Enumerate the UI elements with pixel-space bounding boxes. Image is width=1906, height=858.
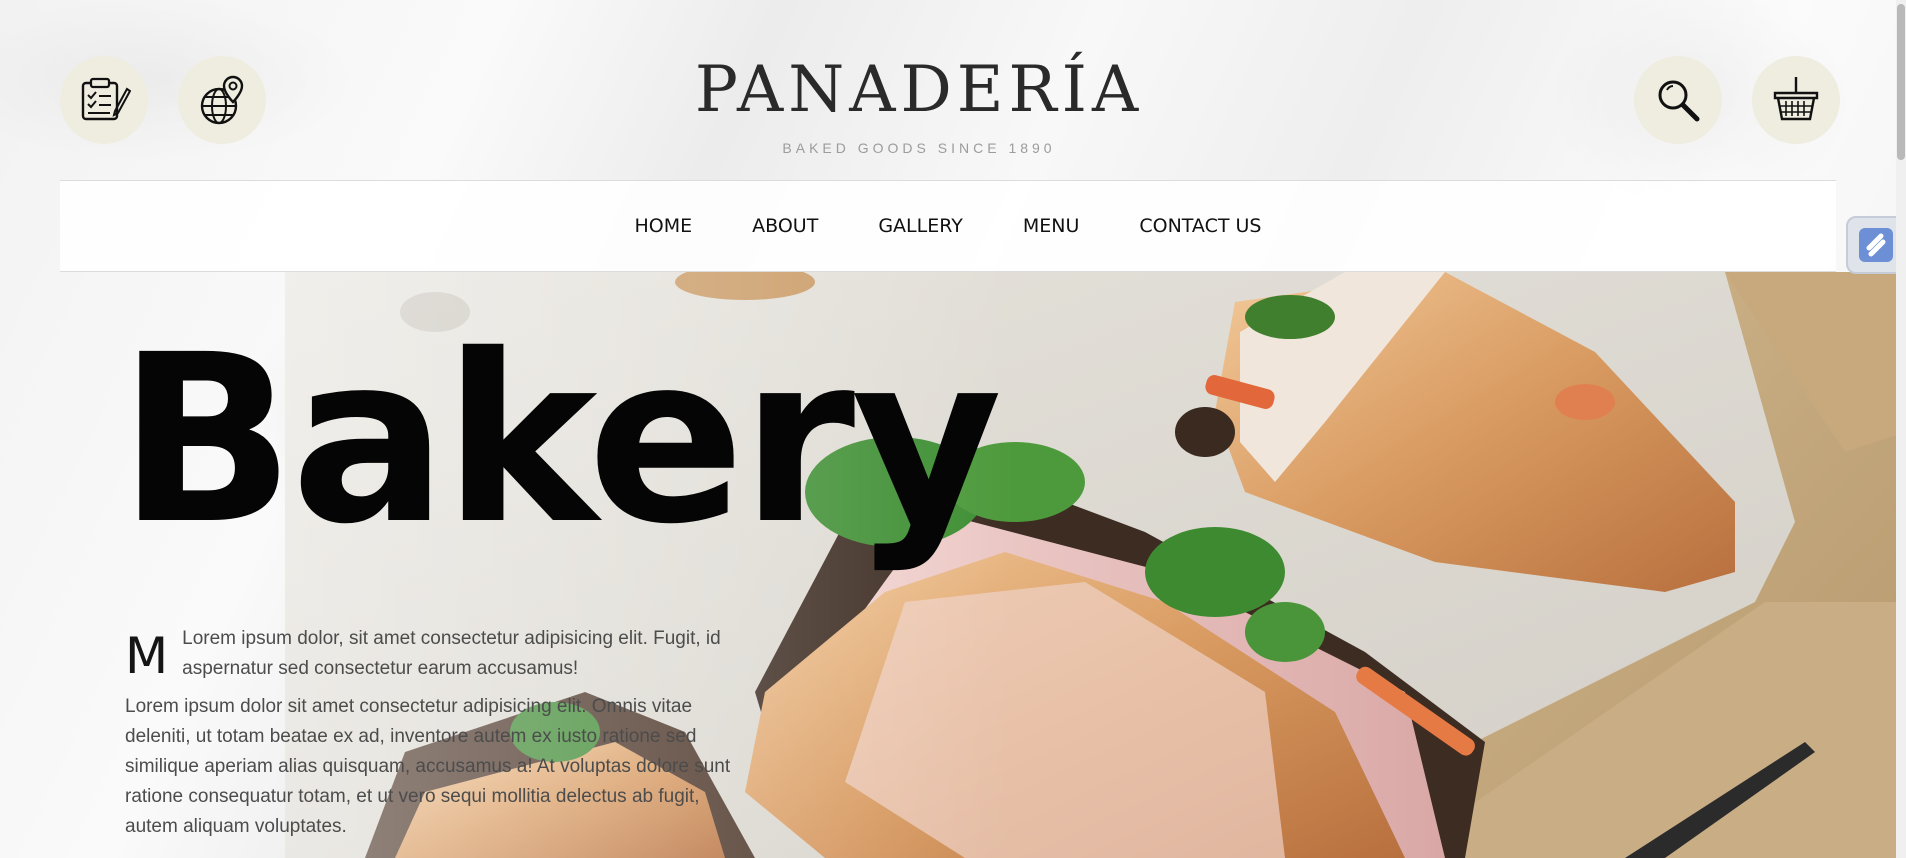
site-header: PANADERÍA BAKED GOODS SINCE 1890 HOME AB…: [0, 0, 1906, 272]
hero-intro: M Lorem ipsum dolor, sit amet consectetu…: [125, 624, 745, 684]
main-nav: HOME ABOUT GALLERY MENU CONTACT US: [60, 180, 1836, 272]
hero-body-text: Lorem ipsum dolor sit amet consectetur a…: [125, 696, 731, 837]
nav-item-gallery[interactable]: GALLERY: [878, 215, 963, 237]
drop-cap: M: [125, 627, 169, 685]
basket-button[interactable]: [1752, 56, 1840, 144]
logo-title: PANADERÍA: [694, 53, 1144, 127]
scrollbar-thumb[interactable]: [1897, 4, 1905, 160]
basket-icon: [1773, 77, 1819, 121]
logo-subtitle: BAKED GOODS SINCE 1890: [782, 140, 1056, 156]
nav-item-about[interactable]: ABOUT: [752, 215, 818, 237]
hero-title: Bakery: [118, 305, 1002, 575]
nav-item-menu[interactable]: MENU: [1023, 215, 1080, 237]
search-button[interactable]: [1634, 56, 1722, 144]
nav-item-home[interactable]: HOME: [635, 215, 693, 237]
extension-icon: [1859, 228, 1893, 262]
nav-item-contact[interactable]: CONTACT US: [1139, 215, 1261, 237]
search-icon: [1658, 80, 1700, 122]
hero-lead-text: Lorem ipsum dolor, sit amet consectetur …: [182, 628, 721, 679]
site-logo[interactable]: PANADERÍA BAKED GOODS SINCE 1890: [0, 50, 1838, 156]
page-scrollbar[interactable]: [1896, 0, 1906, 858]
